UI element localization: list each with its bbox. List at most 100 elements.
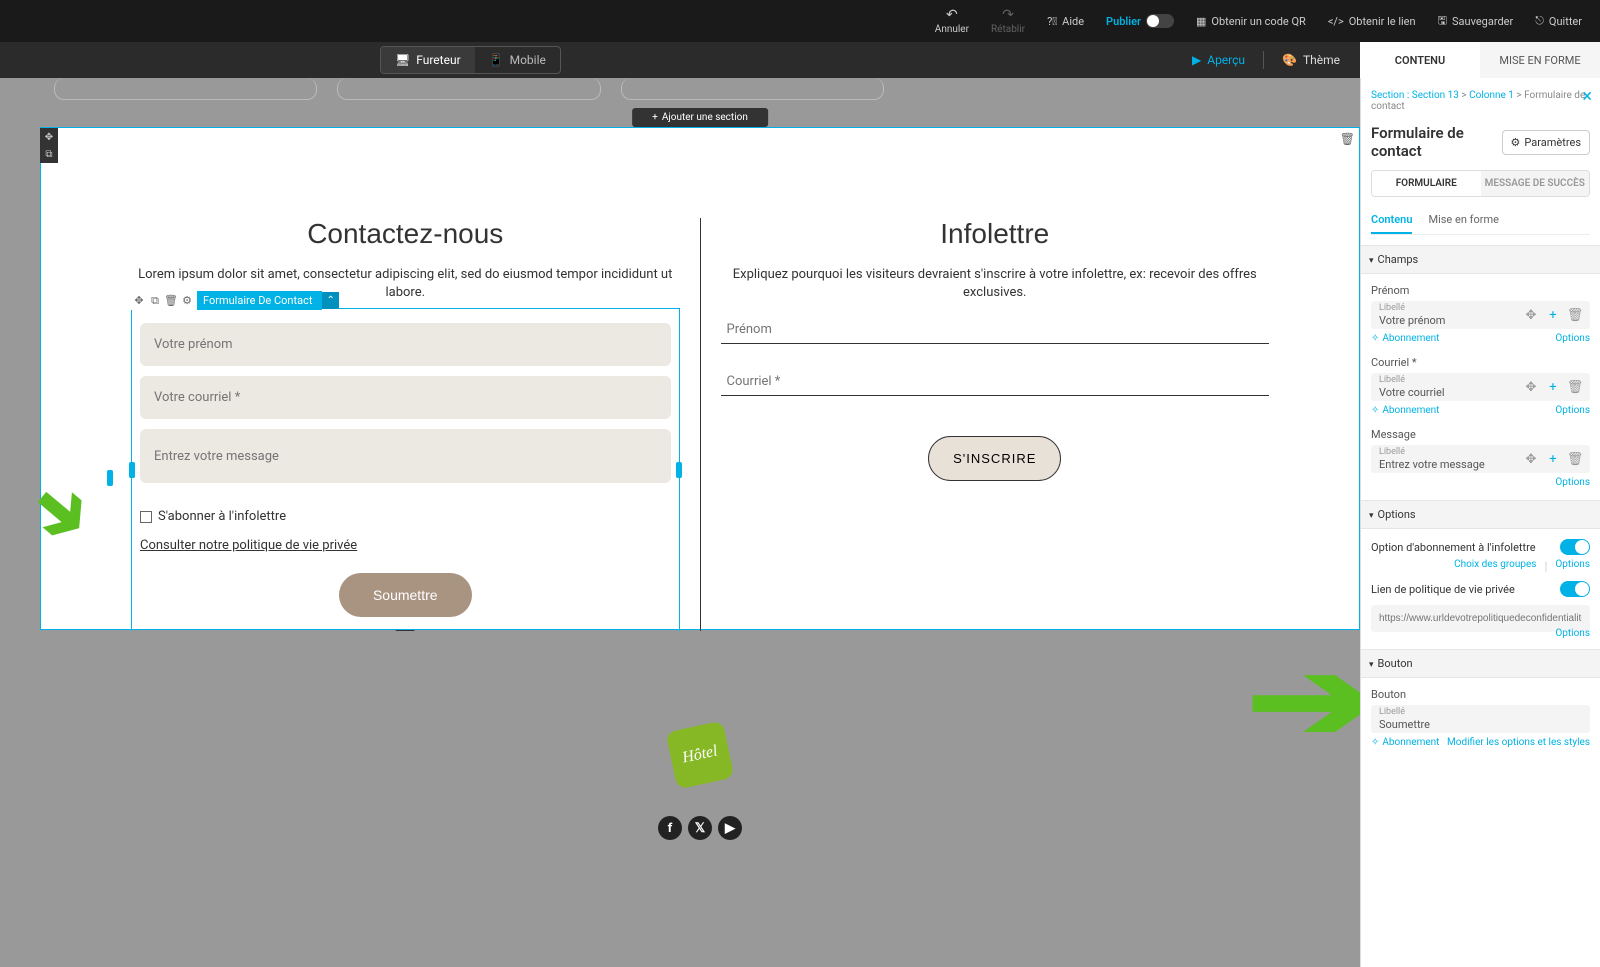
newsletter-submit-button[interactable]: S'INSCRIRE <box>928 436 1061 481</box>
device-mobile-label: Mobile <box>510 53 546 67</box>
opt-privacy-toggle[interactable] <box>1560 581 1590 597</box>
play-icon: ▶ <box>1192 53 1201 67</box>
privacy-policy-link[interactable]: Consulter notre politique de vie privée <box>140 538 357 553</box>
add-section-top-button[interactable]: + Ajouter une section <box>632 108 768 127</box>
gear-icon: ⚙ <box>1511 136 1521 149</box>
newsletter-heading: Infolettre <box>721 218 1270 250</box>
publish-button[interactable]: Publier <box>1096 14 1184 28</box>
tab-form[interactable]: FORMULAIRE <box>1372 171 1481 196</box>
trash-icon[interactable]: 🗑 <box>163 293 179 309</box>
field-options-link[interactable]: Options <box>1555 333 1590 344</box>
getlink-button[interactable]: </> Obtenir le lien <box>1318 15 1426 28</box>
field-prenom-value[interactable]: Votre prénom <box>1379 314 1445 327</box>
subscribe-checkbox[interactable] <box>140 511 152 523</box>
redo-label: Rétablir <box>991 24 1025 35</box>
widget-type-label: Formulaire De Contact <box>197 291 322 310</box>
add-icon[interactable]: + <box>1542 376 1564 398</box>
field-options-link[interactable]: Options <box>1555 477 1590 488</box>
plus-icon: + <box>652 112 658 123</box>
field-courriel-value[interactable]: Votre courriel <box>1379 386 1445 399</box>
field-message-value[interactable]: Entrez votre message <box>1379 458 1485 471</box>
newsletter-email-input[interactable] <box>721 354 1270 396</box>
options-link[interactable]: Options <box>1555 559 1590 573</box>
duplicate-icon[interactable]: ⧉ <box>147 293 163 309</box>
parameters-label: Paramètres <box>1524 136 1581 149</box>
move-icon[interactable]: ✥ <box>1520 304 1542 326</box>
newsletter-firstname-input[interactable] <box>721 302 1270 344</box>
gear-icon[interactable]: ⚙ <box>179 293 195 309</box>
add-icon[interactable]: + <box>1542 448 1564 470</box>
groups-link[interactable]: Choix des groupes <box>1454 559 1536 573</box>
trash-icon[interactable]: 🗑 <box>1564 448 1586 470</box>
opt-newsletter-toggle[interactable] <box>1560 539 1590 555</box>
move-icon[interactable]: ✥ <box>1520 448 1542 470</box>
add-icon[interactable]: + <box>1542 304 1564 326</box>
breadcrumb: Section : Section 13 > Colonne 1 > Formu… <box>1371 88 1590 120</box>
preview-button[interactable]: ▶ Aperçu <box>1192 53 1245 67</box>
qr-button[interactable]: ▦ Obtenir un code QR <box>1186 15 1316 28</box>
undo-icon: ↶ <box>945 8 959 22</box>
undo-button[interactable]: ↶ Annuler <box>925 4 979 39</box>
x-twitter-icon[interactable]: 𝕏 <box>688 816 712 840</box>
panel-title: Formulaire de contact <box>1371 124 1502 160</box>
trash-icon[interactable]: 🗑 <box>1564 304 1586 326</box>
field-options-link[interactable]: Options <box>1555 405 1590 416</box>
quit-button[interactable]: ⎋ Quitter <box>1525 14 1592 28</box>
resize-handle-left[interactable] <box>129 462 135 478</box>
subtab-layout[interactable]: MISE EN FORME <box>1480 42 1600 78</box>
section-frame[interactable]: ✥ ⧉ 🗑 Contactez-nous Lorem ipsum dolor s… <box>40 127 1360 630</box>
breadcrumb-column[interactable]: Colonne 1 <box>1469 90 1514 101</box>
save-button[interactable]: 🖫 Sauvegarder <box>1428 12 1524 31</box>
contact-message-input[interactable] <box>140 429 671 483</box>
getlink-label: Obtenir le lien <box>1349 15 1416 28</box>
parameters-button[interactable]: ⚙ Paramètres <box>1502 130 1590 155</box>
accordion-button[interactable]: Bouton <box>1361 649 1600 678</box>
delete-section-button[interactable]: 🗑 <box>1340 132 1355 146</box>
accordion-fields[interactable]: Champs <box>1361 245 1600 274</box>
theme-button[interactable]: 🎨 Thème <box>1282 53 1340 67</box>
subscription-tag[interactable]: ✧Abonnement <box>1371 333 1439 344</box>
contact-email-input[interactable] <box>140 376 671 419</box>
resize-handle-right[interactable] <box>676 462 682 478</box>
minitab-content[interactable]: Contenu <box>1371 207 1412 234</box>
move-icon[interactable]: ✥ <box>1520 376 1542 398</box>
theme-label: Thème <box>1303 53 1340 67</box>
facebook-icon[interactable]: f <box>658 816 682 840</box>
opt-privacy-label: Lien de politique de vie privée <box>1371 583 1515 596</box>
publish-toggle[interactable] <box>1146 14 1174 28</box>
minitab-layout[interactable]: Mise en forme <box>1428 207 1498 234</box>
subscription-tag[interactable]: ✧Abonnement <box>1371 405 1439 416</box>
options-link[interactable]: Options <box>1555 628 1590 639</box>
breadcrumb-section[interactable]: Section : Section 13 <box>1371 90 1459 101</box>
move-icon[interactable]: ✥ <box>41 129 57 145</box>
save-icon: 🖫 <box>1438 12 1447 31</box>
youtube-icon[interactable]: ▶ <box>718 816 742 840</box>
redo-button[interactable]: ↷ Rétablir <box>981 4 1035 39</box>
column-resize-handle[interactable] <box>107 470 113 486</box>
device-browser-button[interactable]: 🖥 Fureteur <box>381 47 475 73</box>
help-label: Aide <box>1062 15 1084 28</box>
device-mobile-button[interactable]: 📱 Mobile <box>475 47 560 73</box>
duplicate-icon[interactable]: ⧉ <box>41 146 57 162</box>
modify-styles-link[interactable]: Modifier les options et les styles <box>1447 737 1590 748</box>
field-prenom-label: Prénom <box>1371 284 1590 297</box>
contact-form-widget[interactable]: ✥ ⧉ 🗑 ⚙ Formulaire De Contact ⌃ <box>131 308 680 632</box>
tag-icon: ✧ <box>1371 405 1379 416</box>
close-panel-button[interactable]: × <box>1582 86 1592 107</box>
contact-submit-button[interactable]: Soumettre <box>339 573 472 617</box>
subtab-content[interactable]: CONTENU <box>1360 42 1480 78</box>
subscription-tag[interactable]: ✧Abonnement <box>1371 737 1439 748</box>
chevron-up-icon[interactable]: ⌃ <box>322 292 338 309</box>
quit-label: Quitter <box>1549 15 1582 28</box>
card-placeholder <box>337 78 600 100</box>
help-button[interactable]: ?⃝ Aide <box>1037 15 1094 28</box>
trash-icon[interactable]: 🗑 <box>1564 376 1586 398</box>
preview-label: Aperçu <box>1207 53 1245 67</box>
tab-success-message[interactable]: MESSAGE DE SUCCÈS <box>1481 171 1590 196</box>
move-icon[interactable]: ✥ <box>131 293 147 309</box>
button-label-value[interactable]: Soumettre <box>1379 718 1430 731</box>
contact-firstname-input[interactable] <box>140 323 671 366</box>
exit-icon: ⎋ <box>1535 14 1544 28</box>
accordion-options[interactable]: Options <box>1361 500 1600 529</box>
card-placeholder <box>621 78 884 100</box>
